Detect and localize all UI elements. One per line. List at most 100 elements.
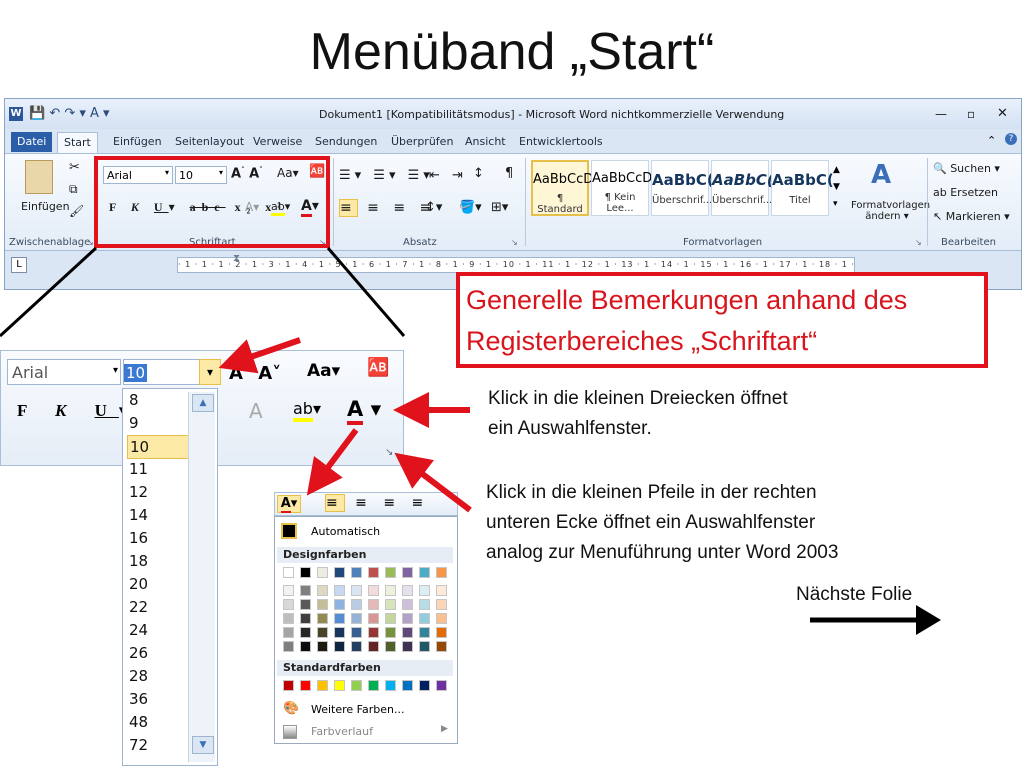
size-option[interactable]: 14 xyxy=(127,504,189,526)
chevron-right-icon[interactable]: ▶ xyxy=(441,724,448,734)
color-swatch[interactable] xyxy=(300,613,311,624)
dialog-launcher-icon[interactable]: ↘ xyxy=(915,238,922,247)
color-swatch[interactable] xyxy=(334,613,345,624)
style-heading-2[interactable]: AaBbC( Überschrif... xyxy=(711,160,774,216)
color-swatch[interactable] xyxy=(334,680,345,691)
color-swatch[interactable] xyxy=(351,680,362,691)
size-option[interactable]: 28 xyxy=(127,665,189,687)
color-swatch[interactable] xyxy=(436,627,447,638)
close-icon[interactable]: ✕ xyxy=(997,106,1008,121)
copy-icon[interactable]: ⧉ xyxy=(69,182,78,197)
text-effect-icon[interactable]: A xyxy=(249,399,263,423)
change-case-icon[interactable]: Aa▾ xyxy=(307,361,340,381)
color-swatch[interactable] xyxy=(368,599,379,610)
size-dropdown-arrow-icon[interactable]: ▾ xyxy=(199,359,221,385)
collapse-ribbon-icon[interactable]: ⌃ xyxy=(987,134,996,147)
color-swatch[interactable] xyxy=(419,567,430,578)
color-swatch[interactable] xyxy=(334,585,345,596)
color-swatch[interactable] xyxy=(436,680,447,691)
color-swatch[interactable] xyxy=(283,680,294,691)
color-swatch[interactable] xyxy=(385,613,396,624)
tab-seitenlayout[interactable]: Seitenlayout xyxy=(169,132,250,152)
color-swatch[interactable] xyxy=(317,641,328,652)
color-swatch[interactable] xyxy=(368,641,379,652)
tab-entwicklertools[interactable]: Entwicklertools xyxy=(513,132,609,152)
color-swatch[interactable] xyxy=(436,567,447,578)
maximize-icon[interactable]: ▫ xyxy=(967,107,975,121)
sort-icon[interactable]: ↕ xyxy=(473,166,484,181)
color-swatch[interactable] xyxy=(419,585,430,596)
color-swatch[interactable] xyxy=(334,627,345,638)
replace-button[interactable]: ab Ersetzen xyxy=(933,186,998,199)
color-swatch[interactable] xyxy=(300,627,311,638)
color-swatch[interactable] xyxy=(300,599,311,610)
color-swatch[interactable] xyxy=(283,627,294,638)
font-color-icon[interactable]: A ▾ xyxy=(347,397,381,425)
color-swatch[interactable] xyxy=(402,641,413,652)
next-slide-link[interactable]: Nächste Folie xyxy=(796,580,912,610)
color-swatch[interactable] xyxy=(334,641,345,652)
cut-icon[interactable]: ✂ xyxy=(69,160,80,175)
zoom-font-name-combo[interactable]: Arial xyxy=(7,359,121,385)
color-swatch[interactable] xyxy=(385,599,396,610)
scroll-up-icon[interactable]: ▲ xyxy=(192,394,214,412)
more-colors-option[interactable]: Weitere Farben... xyxy=(311,703,404,716)
color-swatch[interactable] xyxy=(402,627,413,638)
auto-color-swatch[interactable] xyxy=(281,523,297,539)
highlight-icon[interactable]: ab▾ xyxy=(293,399,321,422)
search-button[interactable]: 🔍 Suchen ▾ xyxy=(933,162,1000,175)
tab-verweise[interactable]: Verweise xyxy=(247,132,308,152)
color-swatch[interactable] xyxy=(402,680,413,691)
help-icon[interactable]: ? xyxy=(1005,133,1017,145)
font-color-icon[interactable]: A▾ xyxy=(277,495,301,513)
dialog-launcher-icon[interactable]: ↘ xyxy=(511,238,518,247)
color-swatch[interactable] xyxy=(351,627,362,638)
color-swatch[interactable] xyxy=(419,599,430,610)
list-icons[interactable]: ☰▾ ☰▾ ☰▾ xyxy=(339,168,434,183)
color-swatch[interactable] xyxy=(419,641,430,652)
minimize-icon[interactable]: — xyxy=(935,107,947,121)
change-styles-button[interactable]: Formatvorlagen ändern ▾ xyxy=(851,200,930,222)
color-swatch[interactable] xyxy=(300,585,311,596)
color-swatch[interactable] xyxy=(351,599,362,610)
grow-shrink-font-icon[interactable]: A˄ A˅ xyxy=(229,363,281,384)
gradient-option[interactable]: Farbverlauf xyxy=(311,725,373,738)
clear-format-icon[interactable]: 🆎 xyxy=(367,357,389,378)
size-option[interactable]: 9 xyxy=(127,412,189,434)
color-swatch[interactable] xyxy=(402,599,413,610)
color-swatch[interactable] xyxy=(317,613,328,624)
color-swatch[interactable] xyxy=(385,585,396,596)
size-option[interactable]: 72 xyxy=(127,734,189,756)
tab-datei[interactable]: Datei xyxy=(11,132,53,152)
style-heading-1[interactable]: AaBbC( Überschrif... xyxy=(651,160,714,216)
tab-ansicht[interactable]: Ansicht xyxy=(459,132,512,152)
size-option-selected[interactable]: 10 xyxy=(127,435,191,459)
color-swatch[interactable] xyxy=(334,599,345,610)
color-swatch[interactable] xyxy=(385,567,396,578)
color-swatch[interactable] xyxy=(283,641,294,652)
color-swatch[interactable] xyxy=(419,627,430,638)
align-icons[interactable]: ≡ ≡ ≡ ≡ xyxy=(339,199,436,217)
color-swatch[interactable] xyxy=(436,613,447,624)
scroll-down-icon[interactable]: ▼ xyxy=(192,736,214,754)
style-kein-leerraum[interactable]: AaBbCcD ¶ Kein Lee... xyxy=(591,160,652,216)
color-swatch[interactable] xyxy=(385,680,396,691)
dropdown-scrollbar[interactable]: ▲ ▼ xyxy=(188,392,215,762)
color-swatch[interactable] xyxy=(436,641,447,652)
color-swatch[interactable] xyxy=(402,613,413,624)
indent-icons[interactable]: ⇤ ⇥ xyxy=(429,168,467,183)
color-swatch[interactable] xyxy=(334,567,345,578)
size-option[interactable]: 20 xyxy=(127,573,189,595)
quick-access-icons[interactable]: 💾 ↶ ↷ ▾ A ▾ xyxy=(29,106,110,121)
color-swatch[interactable] xyxy=(402,567,413,578)
size-option[interactable]: 22 xyxy=(127,596,189,618)
color-swatch[interactable] xyxy=(300,641,311,652)
size-option[interactable]: 12 xyxy=(127,481,189,503)
color-swatch[interactable] xyxy=(368,567,379,578)
color-swatch[interactable] xyxy=(317,627,328,638)
style-standard[interactable]: AaBbCcD ¶ Standard xyxy=(531,160,593,216)
color-swatch[interactable] xyxy=(385,641,396,652)
select-button[interactable]: ↖ Markieren ▾ xyxy=(933,210,1010,223)
color-swatch[interactable] xyxy=(351,613,362,624)
style-titel[interactable]: AaBbC( Titel xyxy=(771,160,834,216)
